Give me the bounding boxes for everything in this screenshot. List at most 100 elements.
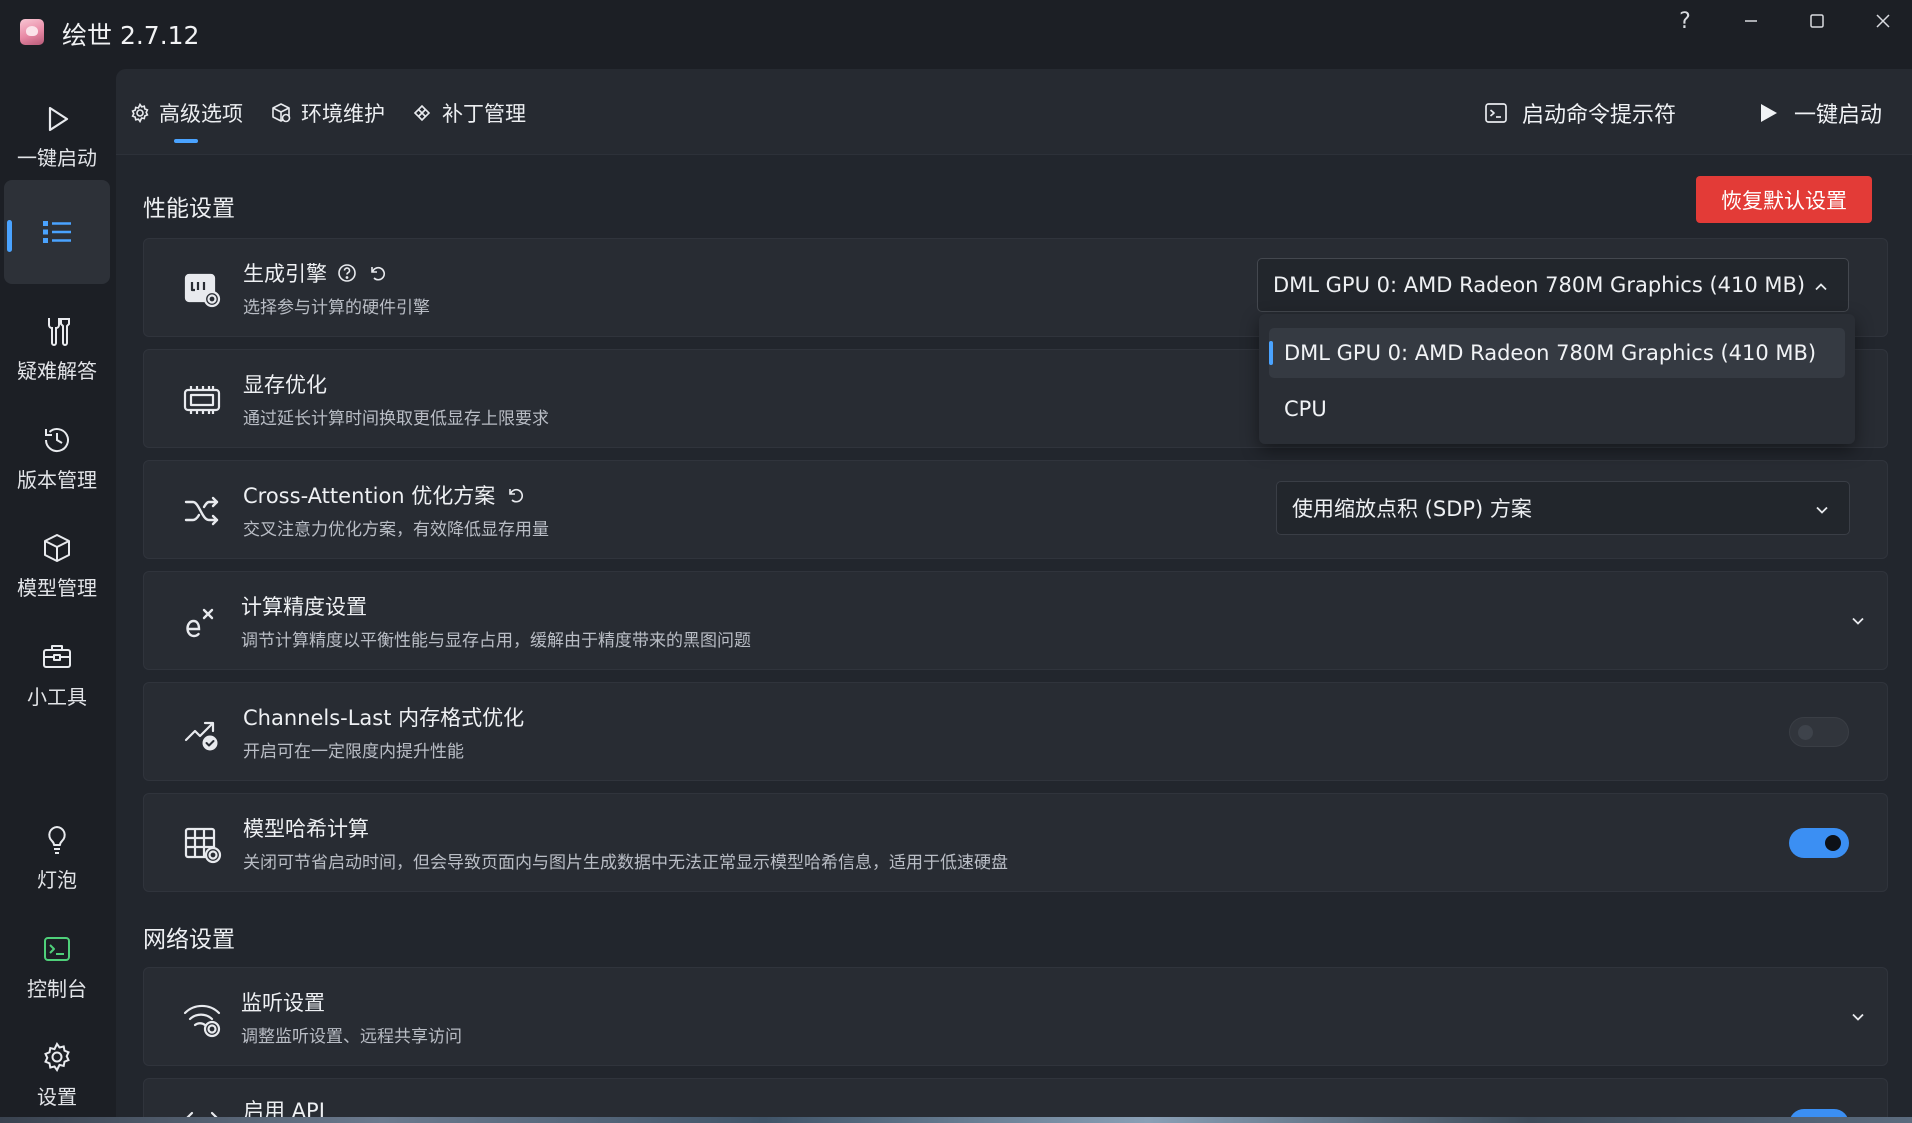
one-click-launch-button[interactable]: 一键启动 [1756, 93, 1882, 133]
listen-card[interactable]: 监听设置 调整监听设置、远程共享访问 [143, 967, 1888, 1066]
nav-label-launch: 一键启动 [17, 145, 97, 170]
app-title: 绘世 2.7.12 [62, 21, 200, 50]
tab-environment-label: 环境维护 [301, 102, 385, 126]
model-hash-toggle[interactable] [1789, 828, 1849, 858]
active-tab-indicator [174, 139, 198, 143]
model-hash-desc: 关闭可节省启动时间，但会导致页面内与图片生成数据中无法正常显示模型哈希信息，适用… [243, 853, 1008, 873]
nav-label-version: 版本管理 [17, 467, 97, 492]
help-icon: ? [1679, 8, 1691, 34]
console-icon [44, 936, 70, 961]
engine-select[interactable]: DML GPU 0: AMD Radeon 780M Graphics (410… [1257, 258, 1849, 312]
toggle-knob [1825, 835, 1841, 851]
nav-label-models: 模型管理 [17, 575, 97, 600]
nav-item-launch[interactable]: 一键启动 [4, 87, 110, 187]
cross-attention-card: Cross-Attention 优化方案 交叉注意力优化方案，有效降低显存用量 … [143, 460, 1888, 559]
cross-attention-desc: 交叉注意力优化方案，有效降低显存用量 [243, 520, 549, 540]
tab-environment[interactable]: 环境维护 [270, 93, 385, 133]
cross-attention-select[interactable]: 使用缩放点积 (SDP) 方案 [1276, 481, 1850, 535]
cross-attention-title: Cross-Attention 优化方案 [243, 480, 525, 510]
nav-item-version[interactable]: 版本管理 [4, 408, 110, 508]
help-button[interactable]: ? [1652, 0, 1718, 42]
chevron-down-icon [1816, 506, 1828, 514]
tab-patches[interactable]: 补丁管理 [411, 93, 526, 133]
channels-last-title: Channels-Last 内存格式优化 [243, 706, 525, 730]
minimize-button[interactable] [1718, 0, 1784, 42]
play-icon [48, 106, 69, 131]
lightbulb-icon [48, 825, 66, 854]
tab-advanced[interactable]: 高级选项 [130, 93, 243, 133]
model-hash-card: 模型哈希计算 关闭可节省启动时间，但会导致页面内与图片生成数据中无法正常显示模型… [143, 793, 1888, 892]
tab-patches-label: 补丁管理 [442, 102, 526, 126]
nav-item-models[interactable]: 模型管理 [4, 516, 110, 616]
cube-icon [44, 533, 70, 562]
engine-option-gpu[interactable]: DML GPU 0: AMD Radeon 780M Graphics (410… [1269, 328, 1845, 378]
title-bar: 绘世 2.7.12 ? [0, 0, 1912, 67]
nav-item-troubleshoot[interactable]: 疑难解答 [4, 299, 110, 399]
maximize-button[interactable] [1784, 0, 1850, 42]
help-circle-icon[interactable] [337, 263, 357, 283]
launch-terminal-button[interactable]: 启动命令提示符 [1484, 93, 1676, 133]
wifi-gear-icon [183, 1004, 221, 1038]
channels-last-toggle[interactable] [1789, 717, 1849, 747]
main-panel: 高级选项 环境维护 补丁管理 启动命令提示符 一键启动 性能设置 恢复默认设置 … [116, 69, 1912, 1123]
chevron-down-icon [1852, 617, 1864, 625]
left-navigation: 一键启动 疑难解答 版本管理 模型管理 小工具 灯泡 控制台 设置 [0, 67, 114, 1123]
engine-dropdown-popup: DML GPU 0: AMD Radeon 780M Graphics (410… [1259, 314, 1855, 444]
shuffle-icon [184, 496, 219, 526]
nav-item-tools[interactable]: 小工具 [4, 625, 110, 725]
reset-defaults-button[interactable]: 恢复默认设置 [1696, 176, 1872, 223]
nav-label-bulb: 灯泡 [37, 867, 77, 892]
undo-icon[interactable] [367, 263, 387, 283]
engine-option-cpu[interactable]: CPU [1269, 384, 1845, 434]
engine-title: 生成引擎 [243, 258, 387, 288]
launch-terminal-label: 启动命令提示符 [1522, 103, 1677, 128]
exponent-icon [186, 608, 214, 638]
table-gear-icon [184, 827, 222, 864]
one-click-launch-label: 一键启动 [1794, 103, 1883, 128]
toggle-knob [1798, 725, 1813, 740]
trend-check-icon [184, 721, 218, 751]
play-icon [1761, 104, 1777, 122]
nav-label-console: 控制台 [27, 976, 87, 1001]
toolbox-icon [43, 644, 71, 668]
engine-desc: 选择参与计算的硬件引擎 [243, 298, 430, 318]
nav-active-indicator [7, 220, 12, 252]
gear-icon [131, 103, 149, 123]
app-logo-icon [20, 19, 44, 45]
terminal-icon [1485, 103, 1507, 123]
channels-last-card: Channels-Last 内存格式优化 开启可在一定限度内提升性能 [143, 682, 1888, 781]
model-hash-title: 模型哈希计算 [243, 817, 369, 841]
nav-item-console[interactable]: 控制台 [4, 917, 110, 1017]
close-button[interactable] [1850, 0, 1912, 42]
nav-item-settings[interactable]: 设置 [4, 1025, 110, 1123]
listen-title: 监听设置 [241, 991, 325, 1015]
minimize-icon [1745, 20, 1757, 22]
nav-label-troubleshoot: 疑难解答 [17, 358, 97, 383]
wrench-screwdriver-icon [48, 317, 70, 346]
memory-icon [183, 386, 221, 414]
precision-card[interactable]: 计算精度设置 调节计算精度以平衡性能与显存占用，缓解由于精度带来的黑图问题 [143, 571, 1888, 670]
nav-label-settings: 设置 [37, 1084, 77, 1109]
maximize-icon [1810, 14, 1824, 28]
tab-bar: 高级选项 环境维护 补丁管理 启动命令提示符 一键启动 [116, 69, 1912, 155]
history-icon [44, 427, 69, 452]
chevron-down-icon [1852, 1013, 1864, 1021]
nav-label-tools: 小工具 [27, 684, 87, 709]
vram-title: 显存优化 [243, 373, 327, 397]
tab-advanced-label: 高级选项 [159, 102, 243, 126]
cross-attention-selected-value: 使用缩放点积 (SDP) 方案 [1292, 497, 1532, 521]
nav-item-bulb[interactable]: 灯泡 [4, 808, 110, 908]
vram-desc: 通过延长计算时间换取更低显存上限要求 [243, 409, 549, 429]
chevron-up-icon [1815, 283, 1827, 291]
gear-icon [44, 1041, 70, 1072]
undo-icon[interactable] [505, 485, 525, 505]
patch-icon [413, 104, 431, 122]
list-icon [43, 221, 71, 243]
engine-title-text: 生成引擎 [243, 262, 327, 286]
engine-selected-value: DML GPU 0: AMD Radeon 780M Graphics (410… [1273, 273, 1806, 297]
nav-item-advanced[interactable] [4, 180, 110, 284]
precision-title: 计算精度设置 [241, 595, 367, 619]
precision-desc: 调节计算精度以平衡性能与显存占用，缓解由于精度带来的黑图问题 [241, 631, 751, 651]
network-section-title: 网络设置 [143, 927, 235, 953]
engine-chip-icon [184, 273, 221, 308]
